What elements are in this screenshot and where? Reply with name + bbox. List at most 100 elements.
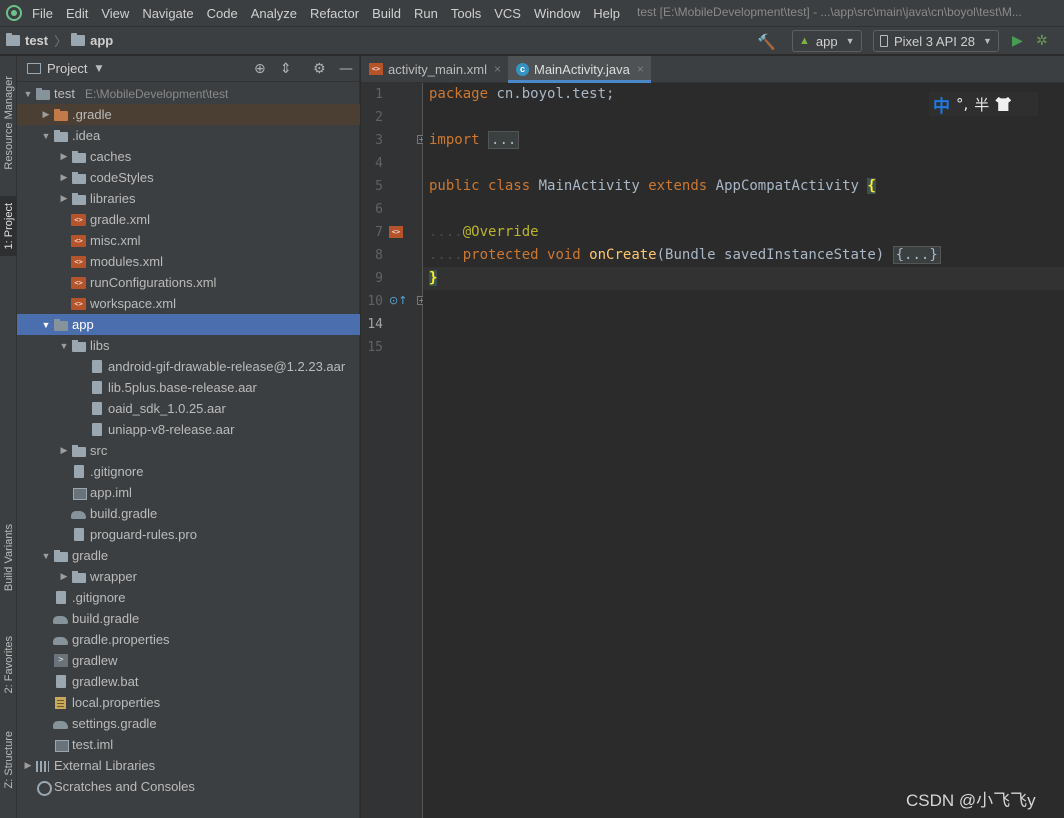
tree-item-label: Scratches and Consoles <box>54 779 195 794</box>
tree-item[interactable]: ▼ gradle <box>17 545 360 566</box>
run-config-select[interactable]: ▲ app ▼ <box>792 30 862 52</box>
locate-icon[interactable]: ⊕ <box>254 61 266 77</box>
chevron-down-icon: ▼ <box>845 36 855 46</box>
layout-xml-gutter-icon[interactable]: <> <box>389 226 403 238</box>
project-view-select[interactable]: Project <box>47 61 87 76</box>
method-fold[interactable]: {...} <box>892 246 941 264</box>
code-editor[interactable]: package cn.boyol.test; import ... public… <box>423 83 1064 818</box>
collapse-all-icon[interactable]: ⇕ <box>280 61 292 77</box>
tree-item[interactable]: ▼ libs <box>17 335 360 356</box>
expand-arrow-icon[interactable]: ▼ <box>57 341 71 351</box>
collapse-arrow-icon[interactable]: ▶ <box>39 109 53 120</box>
tree-item[interactable]: ▶ External Libraries <box>17 755 360 776</box>
expand-arrow-icon[interactable]: ▼ <box>39 320 53 330</box>
gear-icon[interactable]: ⚙ <box>313 61 326 77</box>
expand-arrow-icon[interactable]: ▼ <box>21 89 35 99</box>
menu-refactor[interactable]: Refactor <box>310 6 359 21</box>
tree-item[interactable]: gradle.xml <box>17 209 360 230</box>
menu-code[interactable]: Code <box>207 6 238 21</box>
menu-vcs[interactable]: VCS <box>494 6 521 21</box>
collapse-arrow-icon[interactable]: ▶ <box>57 151 71 162</box>
menu-analyze[interactable]: Analyze <box>251 6 297 21</box>
tree-item[interactable]: gradlew.bat <box>17 671 360 692</box>
tree-item[interactable]: app.iml <box>17 482 360 503</box>
tree-item[interactable]: ▶ libraries <box>17 188 360 209</box>
skin-shirt-icon[interactable] <box>995 97 1012 111</box>
tab-activity-main-xml[interactable]: <> activity_main.xml × <box>361 56 508 82</box>
tree-item[interactable]: oaid_sdk_1.0.25.aar <box>17 398 360 419</box>
menu-tools[interactable]: Tools <box>451 6 481 21</box>
tree-item[interactable]: ▶ wrapper <box>17 566 360 587</box>
tree-item[interactable]: settings.gradle <box>17 713 360 734</box>
menu-build[interactable]: Build <box>372 6 401 21</box>
resource-manager-tab[interactable]: Resource Manager <box>0 62 17 184</box>
ime-width[interactable]: 半 <box>974 94 989 115</box>
tree-item[interactable]: Scratches and Consoles <box>17 776 360 797</box>
tree-item[interactable]: local.properties <box>17 692 360 713</box>
tree-item[interactable]: .gitignore <box>17 461 360 482</box>
import-fold[interactable]: ... <box>488 131 520 149</box>
tree-item[interactable]: misc.xml <box>17 230 360 251</box>
aar-file-icon <box>89 380 105 395</box>
window-title: test [E:\MobileDevelopment\test] - ...\a… <box>637 5 1022 19</box>
menu-navigate[interactable]: Navigate <box>142 6 193 21</box>
expand-arrow-icon[interactable]: ▼ <box>39 131 53 141</box>
tree-item[interactable]: ▼ .idea <box>17 125 360 146</box>
run-icon[interactable]: ▶ <box>1012 33 1023 49</box>
tree-item-label: codeStyles <box>90 170 154 185</box>
ime-mode[interactable]: 中 <box>933 92 950 117</box>
menu-view[interactable]: View <box>101 6 129 21</box>
project-tool-tab[interactable]: 1: Project <box>0 196 17 256</box>
hide-panel-icon[interactable]: — <box>339 61 353 77</box>
tree-item[interactable]: build.gradle <box>17 608 360 629</box>
close-icon[interactable]: × <box>494 62 501 76</box>
device-select[interactable]: Pixel 3 API 28 ▼ <box>873 30 999 52</box>
ime-status-bar[interactable]: 中 °, 半 <box>929 92 1038 117</box>
tree-item[interactable]: ▶ .gradle <box>17 104 360 125</box>
tree-item[interactable]: test.iml <box>17 734 360 755</box>
breadcrumb-module[interactable]: app <box>71 33 113 48</box>
tree-item[interactable]: gradlew <box>17 650 360 671</box>
tree-item[interactable]: ▶ caches <box>17 146 360 167</box>
menu-edit[interactable]: Edit <box>66 6 88 21</box>
collapse-arrow-icon[interactable]: ▶ <box>57 172 71 183</box>
collapse-arrow-icon[interactable]: ▶ <box>57 571 71 582</box>
tree-item[interactable]: proguard-rules.pro <box>17 524 360 545</box>
collapse-arrow-icon[interactable]: ▶ <box>21 760 35 771</box>
tree-item[interactable]: gradle.properties <box>17 629 360 650</box>
menu-file[interactable]: File <box>32 6 53 21</box>
collapse-arrow-icon[interactable]: ▶ <box>57 193 71 204</box>
expand-arrow-icon[interactable]: ▼ <box>39 551 53 561</box>
collapse-arrow-icon[interactable]: ▶ <box>57 445 71 456</box>
close-icon[interactable]: × <box>637 62 644 76</box>
tree-item[interactable]: runConfigurations.xml <box>17 272 360 293</box>
tree-item[interactable]: lib.5plus.base-release.aar <box>17 377 360 398</box>
resource-manager-label: Resource Manager <box>2 76 15 170</box>
device-label: Pixel 3 API 28 <box>894 33 975 49</box>
tree-item[interactable]: workspace.xml <box>17 293 360 314</box>
ime-punctuation[interactable]: °, <box>956 95 968 113</box>
breadcrumb-project[interactable]: test <box>6 33 48 48</box>
favorites-tab[interactable]: 2: Favorites <box>0 624 17 706</box>
build-variants-tab[interactable]: Build Variants <box>0 512 17 604</box>
tree-item[interactable]: ▼ test E:\MobileDevelopment\test <box>17 83 360 104</box>
structure-tab[interactable]: Z: Structure <box>0 720 17 800</box>
build-hammer-icon[interactable]: 🔨 <box>757 33 776 51</box>
debug-icon[interactable]: ✲ <box>1036 33 1048 49</box>
line-number: 3 <box>375 133 383 148</box>
tab-main-activity-java[interactable]: c MainActivity.java × <box>507 56 651 83</box>
tree-item[interactable]: android-gif-drawable-release@1.2.23.aar <box>17 356 360 377</box>
tree-item[interactable]: .gitignore <box>17 587 360 608</box>
tree-item[interactable]: ▼ app <box>17 314 360 335</box>
tree-item[interactable]: ▶ codeStyles <box>17 167 360 188</box>
menu-window[interactable]: Window <box>534 6 580 21</box>
tree-item[interactable]: modules.xml <box>17 251 360 272</box>
menu-help[interactable]: Help <box>593 6 620 21</box>
tree-item[interactable]: uniapp-v8-release.aar <box>17 419 360 440</box>
override-gutter-icon[interactable]: ⊙↑ <box>389 294 407 307</box>
menu-run[interactable]: Run <box>414 6 438 21</box>
chevron-down-icon[interactable]: ▼ <box>95 64 102 74</box>
tree-item[interactable]: build.gradle <box>17 503 360 524</box>
tree-item[interactable]: ▶ src <box>17 440 360 461</box>
tree-item-label: uniapp-v8-release.aar <box>108 422 235 437</box>
